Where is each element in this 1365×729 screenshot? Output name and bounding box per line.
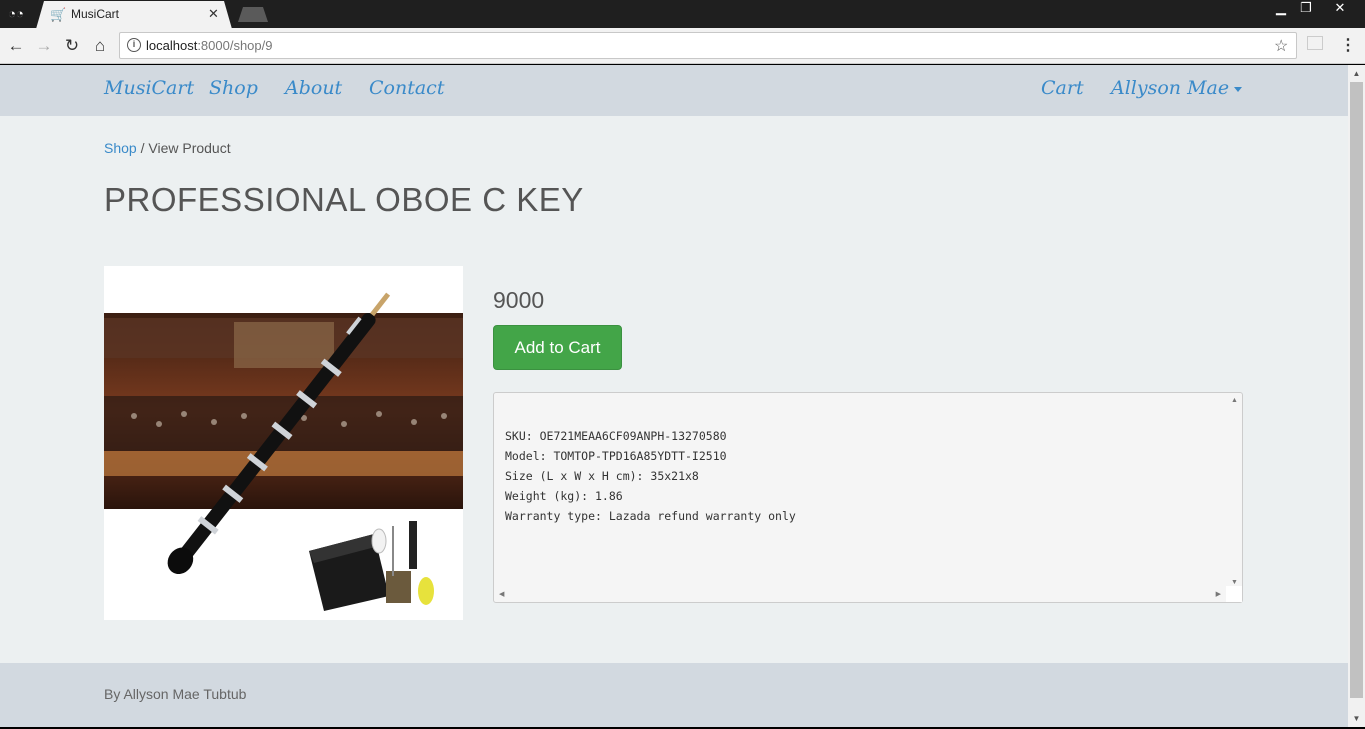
page-scrollbar[interactable]: ▲ ▼ (1348, 65, 1365, 727)
footer-text: By Allyson Mae Tubtub (104, 686, 247, 702)
product-image (104, 266, 463, 620)
scroll-up-arrow-icon[interactable]: ▲ (1231, 397, 1238, 404)
breadcrumb-current: View Product (148, 140, 231, 156)
scrollbar-corner (1226, 586, 1242, 602)
details-vertical-scrollbar[interactable]: ▲ ▼ (1227, 393, 1242, 586)
product-details-box[interactable]: SKU: OE721MEAA6CF09ANPH-13270580 Model: … (493, 392, 1243, 603)
incognito-icon: ◔◔ (8, 6, 24, 21)
browser-menu-icon[interactable]: ⋮ (1340, 35, 1356, 57)
home-icon[interactable]: ⌂ (89, 35, 111, 57)
back-arrow-icon[interactable]: ← (5, 35, 27, 57)
forward-arrow-icon[interactable]: → (33, 35, 55, 57)
page-scroll-up-icon[interactable]: ▲ (1348, 65, 1365, 82)
tab-title: MusiCart (71, 7, 120, 21)
nav-link-shop[interactable]: Shop (209, 77, 258, 99)
close-tab-icon[interactable]: ✕ (208, 6, 219, 22)
page-viewport: MusiCart Shop About Contact Cart Allyson… (0, 65, 1365, 727)
product-details-text: SKU: OE721MEAA6CF09ANPH-13270580 Model: … (505, 429, 796, 523)
browser-titlebar: ◔◔ 🛒 MusiCart ✕ ▁ ❐ ✕ (0, 0, 1365, 29)
nav-link-contact[interactable]: Contact (369, 77, 444, 99)
scroll-left-arrow-icon[interactable]: ◀ (499, 590, 504, 598)
cart-favicon-icon: 🛒 (50, 7, 67, 22)
page-scroll-thumb[interactable] (1350, 82, 1363, 698)
site-navbar: MusiCart Shop About Contact Cart Allyson… (0, 65, 1348, 116)
breadcrumb-separator: / (136, 140, 149, 156)
close-window-icon[interactable]: ✕ (1318, 0, 1362, 18)
nav-link-cart[interactable]: Cart (1041, 77, 1084, 99)
browser-toolbar: ← → ↻ ⌂ i localhost:8000/shop/9 ☆ ⋮ (0, 28, 1365, 64)
info-icon[interactable]: i (127, 38, 141, 52)
product-price: 9000 (493, 287, 545, 313)
scroll-down-arrow-icon[interactable]: ▼ (1231, 579, 1238, 586)
details-horizontal-scrollbar[interactable]: ◀ ▶ (494, 586, 1227, 602)
minimize-icon[interactable]: ▁ (1268, 0, 1294, 18)
new-tab-button[interactable] (238, 7, 268, 22)
browser-tab[interactable]: 🛒 MusiCart ✕ (36, 1, 232, 29)
page-scroll-down-icon[interactable]: ▼ (1348, 710, 1365, 727)
add-to-cart-button[interactable]: Add to Cart (493, 325, 622, 370)
user-dropdown[interactable]: Allyson Mae (1111, 77, 1243, 99)
nav-brand-link[interactable]: MusiCart (104, 77, 194, 99)
breadcrumb: Shop / View Product (104, 140, 231, 156)
scroll-right-arrow-icon[interactable]: ▶ (1216, 590, 1221, 598)
caret-down-icon (1234, 86, 1243, 92)
url-text[interactable]: localhost:8000/shop/9 (146, 38, 273, 53)
user-name: Allyson Mae (1111, 77, 1230, 99)
nav-link-about[interactable]: About (285, 77, 342, 99)
restore-icon[interactable]: ❐ (1293, 0, 1319, 18)
address-bar[interactable]: i localhost:8000/shop/9 ☆ (119, 32, 1297, 59)
reload-icon[interactable]: ↻ (61, 35, 83, 57)
site-footer: By Allyson Mae Tubtub (0, 663, 1348, 727)
extension-icon[interactable] (1307, 36, 1323, 50)
bookmark-star-icon[interactable]: ☆ (1274, 36, 1288, 56)
product-title: PROFESSIONAL OBOE C KEY (104, 181, 584, 218)
breadcrumb-shop-link[interactable]: Shop (104, 140, 137, 156)
